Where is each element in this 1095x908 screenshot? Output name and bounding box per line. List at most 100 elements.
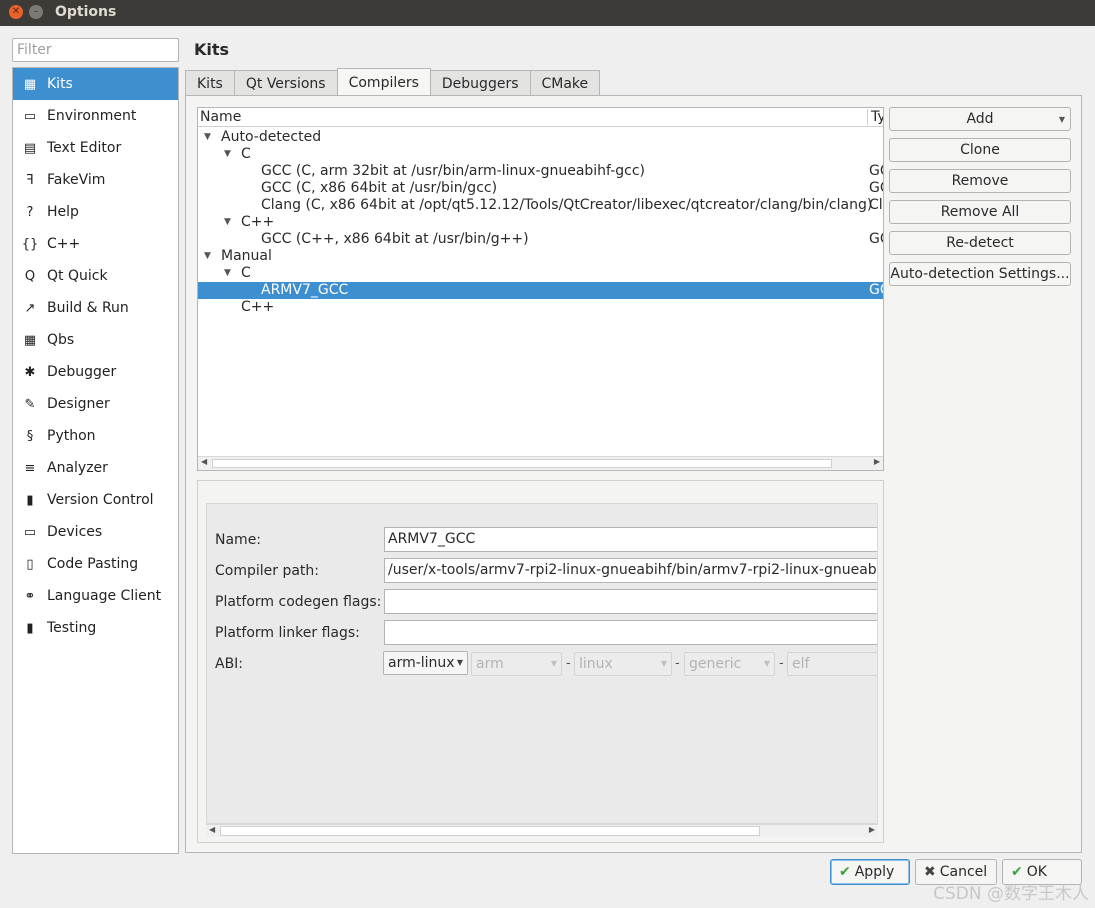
sidebar-item-code-pasting[interactable]: ▯ Code Pasting bbox=[13, 548, 178, 580]
expand-arrow-icon[interactable]: ▼ bbox=[224, 146, 231, 163]
tree-row-clang[interactable]: Clang (C, x86 64bit at /opt/qt5.12.12/To… bbox=[198, 197, 883, 214]
sidebar-item-cpp[interactable]: {} C++ bbox=[13, 228, 178, 260]
sidebar-item-help[interactable]: ? Help bbox=[13, 196, 178, 228]
sidebar-item-build-run[interactable]: ↗ Build & Run bbox=[13, 292, 178, 324]
platform-codegen-flags-field[interactable] bbox=[384, 589, 877, 614]
sidebar-item-qbs[interactable]: ▦ Qbs bbox=[13, 324, 178, 356]
compiler-type: GC bbox=[869, 231, 883, 247]
tree-group-auto-cpp[interactable]: ▼ C++ bbox=[198, 214, 883, 231]
tab-cmake[interactable]: CMake bbox=[529, 70, 601, 96]
tree-horizontal-scrollbar[interactable]: ◀ ▶ bbox=[198, 456, 883, 470]
filter-input[interactable] bbox=[13, 39, 178, 61]
fakevim-icon: ꟻ bbox=[26, 172, 34, 188]
scroll-right-icon[interactable]: ▶ bbox=[869, 825, 875, 834]
auto-detection-settings-button[interactable]: Auto-detection Settings... bbox=[889, 262, 1071, 286]
tree-group-manual-cpp[interactable]: C++ bbox=[198, 299, 883, 316]
close-window-icon[interactable]: ✕ bbox=[9, 5, 23, 19]
sidebar-item-analyzer[interactable]: ≡ Analyzer bbox=[13, 452, 178, 484]
expand-arrow-icon[interactable]: ▼ bbox=[224, 214, 231, 231]
sidebar-item-testing[interactable]: ▮ Testing bbox=[13, 612, 178, 644]
tree-row-gcc-arm[interactable]: GCC (C, arm 32bit at /usr/bin/arm-linux-… bbox=[198, 163, 883, 180]
scroll-left-icon[interactable]: ◀ bbox=[201, 457, 207, 466]
expand-arrow-icon[interactable]: ▼ bbox=[204, 129, 211, 146]
details-horizontal-scrollbar[interactable]: ◀ ▶ bbox=[206, 824, 878, 837]
scroll-left-icon[interactable]: ◀ bbox=[209, 825, 215, 834]
sidebar-item-python[interactable]: § Python bbox=[13, 420, 178, 452]
tree-row-gpp[interactable]: GCC (C++, x86 64bit at /usr/bin/g++) GC bbox=[198, 231, 883, 248]
abi-os-select[interactable]: linux ▼ bbox=[574, 652, 672, 676]
chevron-down-icon: ▼ bbox=[456, 658, 463, 667]
cancel-button-label: Cancel bbox=[939, 864, 988, 880]
remove-all-button[interactable]: Remove All bbox=[889, 200, 1071, 224]
name-field[interactable]: ARMV7_GCC bbox=[384, 527, 877, 552]
sidebar-item-version-control[interactable]: ▮ Version Control bbox=[13, 484, 178, 516]
apply-button[interactable]: ✔ Apply bbox=[830, 859, 910, 885]
tree-group-label: C bbox=[241, 265, 251, 281]
tab-kits[interactable]: Kits bbox=[185, 70, 235, 96]
clone-button[interactable]: Clone bbox=[889, 138, 1071, 162]
cancel-x-icon: ✖ bbox=[924, 864, 936, 880]
pencil-icon: ✎ bbox=[24, 396, 36, 412]
qt-quick-icon: Q bbox=[24, 268, 36, 284]
language-client-icon: ⚭ bbox=[24, 588, 36, 604]
abi-separator: - bbox=[675, 656, 680, 671]
checkmark-icon: ✔ bbox=[1011, 864, 1023, 880]
qbs-icon: ▦ bbox=[23, 332, 37, 348]
expand-arrow-icon[interactable]: ▼ bbox=[224, 265, 231, 282]
scroll-right-icon[interactable]: ▶ bbox=[874, 457, 880, 466]
version-control-icon: ▮ bbox=[26, 492, 34, 508]
compiler-type: GC bbox=[869, 163, 883, 179]
sidebar-item-kits[interactable]: ▦ Kits bbox=[13, 68, 178, 100]
sidebar-item-designer[interactable]: ✎ Designer bbox=[13, 388, 178, 420]
testing-icon: ▮ bbox=[26, 620, 34, 636]
watermark: CSDN @数字王木人 bbox=[933, 884, 1089, 904]
hammer-icon: ↗ bbox=[24, 300, 36, 316]
minimize-window-icon[interactable]: – bbox=[29, 5, 43, 19]
sidebar-item-qt-quick[interactable]: Q Qt Quick bbox=[13, 260, 178, 292]
compiler-tree: Name Ty ▼ Auto-detected ▼ C GCC (C, arm … bbox=[197, 107, 884, 471]
scroll-thumb[interactable] bbox=[220, 826, 760, 836]
abi-select[interactable]: arm-linux ▼ bbox=[383, 651, 468, 675]
tree-row-armv7-gcc[interactable]: ARMV7_GCC GC bbox=[198, 282, 883, 299]
tab-compilers[interactable]: Compilers bbox=[336, 68, 431, 96]
tree-group-auto-detected[interactable]: ▼ Auto-detected bbox=[198, 129, 883, 146]
tree-row-gcc-x86[interactable]: GCC (C, x86 64bit at /usr/bin/gcc) GC bbox=[198, 180, 883, 197]
tree-group-manual-c[interactable]: ▼ C bbox=[198, 265, 883, 282]
tree-group-manual[interactable]: ▼ Manual bbox=[198, 248, 883, 265]
platform-linker-flags-field[interactable] bbox=[384, 620, 877, 645]
sidebar-item-label: Code Pasting bbox=[47, 556, 139, 572]
compiler-name: Clang (C, x86 64bit at /opt/qt5.12.12/To… bbox=[261, 197, 873, 213]
options-dialog: ▦ Kits ▭ Environment ▤ Text Editor ꟻ Fak… bbox=[0, 26, 1095, 908]
category-list: ▦ Kits ▭ Environment ▤ Text Editor ꟻ Fak… bbox=[12, 67, 179, 854]
abi-format-value: elf bbox=[792, 656, 810, 672]
devices-icon: ▭ bbox=[23, 524, 37, 540]
expand-arrow-icon[interactable]: ▼ bbox=[204, 248, 211, 265]
abi-flavor-select[interactable]: generic ▼ bbox=[684, 652, 775, 676]
filter-field[interactable] bbox=[12, 38, 179, 62]
column-header-type[interactable]: Ty bbox=[867, 109, 883, 125]
sidebar-item-devices[interactable]: ▭ Devices bbox=[13, 516, 178, 548]
sidebar-item-environment[interactable]: ▭ Environment bbox=[13, 100, 178, 132]
platform-linker-flags-label: Platform linker flags: bbox=[215, 625, 360, 641]
apply-button-label: Apply bbox=[854, 864, 895, 880]
tab-bar: Kits Qt Versions Compilers Debuggers CMa… bbox=[185, 68, 601, 96]
compiler-name: GCC (C, arm 32bit at /usr/bin/arm-linux-… bbox=[261, 163, 646, 179]
remove-button[interactable]: Remove bbox=[889, 169, 1071, 193]
compiler-path-field[interactable]: /user/x-tools/armv7-rpi2-linux-gnueabihf… bbox=[384, 558, 877, 583]
column-header-name[interactable]: Name bbox=[200, 109, 241, 125]
sidebar-item-text-editor[interactable]: ▤ Text Editor bbox=[13, 132, 178, 164]
scroll-thumb[interactable] bbox=[212, 459, 832, 468]
redetect-button[interactable]: Re-detect bbox=[889, 231, 1071, 255]
tab-debuggers[interactable]: Debuggers bbox=[429, 70, 531, 96]
page-title: Kits bbox=[194, 40, 230, 59]
sidebar-item-fakevim[interactable]: ꟻ FakeVim bbox=[13, 164, 178, 196]
abi-architecture-select[interactable]: arm ▼ bbox=[471, 652, 562, 676]
add-button[interactable]: Add ▼ bbox=[889, 107, 1071, 131]
sidebar-item-debugger[interactable]: ✱ Debugger bbox=[13, 356, 178, 388]
tab-qt-versions[interactable]: Qt Versions bbox=[233, 70, 338, 96]
sidebar-item-label: Version Control bbox=[47, 492, 154, 508]
name-label: Name: bbox=[215, 532, 262, 548]
abi-format-select[interactable]: elf bbox=[787, 652, 877, 676]
sidebar-item-language-client[interactable]: ⚭ Language Client bbox=[13, 580, 178, 612]
tree-group-auto-c[interactable]: ▼ C bbox=[198, 146, 883, 163]
